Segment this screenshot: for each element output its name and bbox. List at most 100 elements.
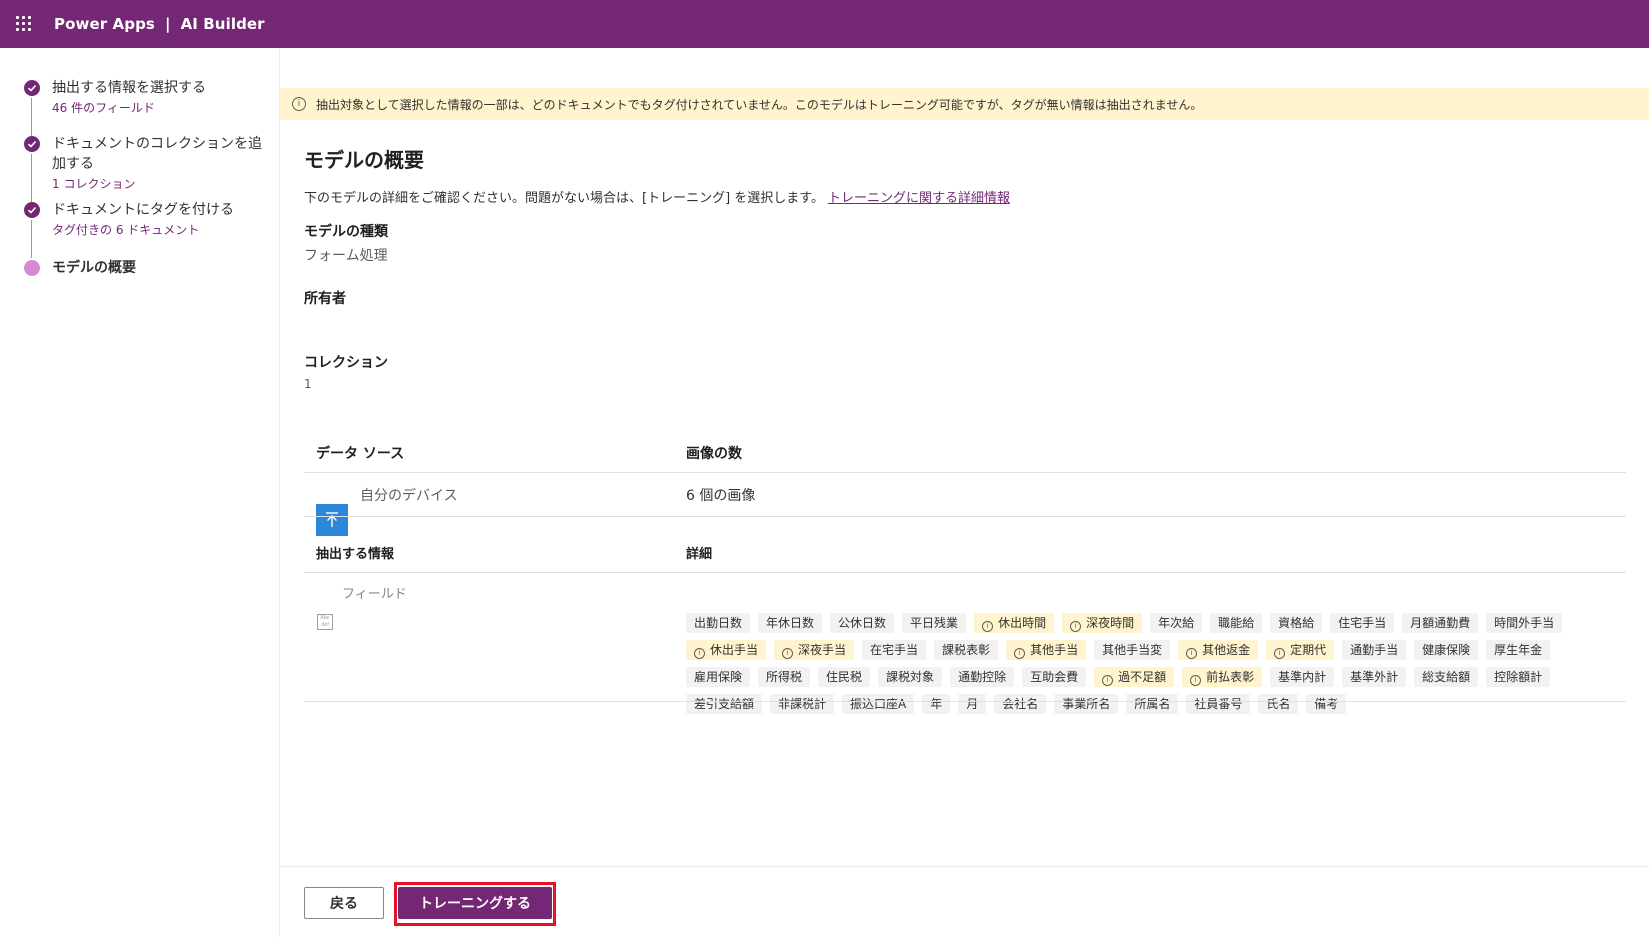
- step-label: ドキュメントのコレクションを追加する: [52, 136, 262, 172]
- collection-value: 1: [304, 377, 312, 391]
- field-tag-label: 公休日数: [838, 616, 887, 630]
- main-content: i 抽出対象として選択した情報の一部は、どのドキュメントでもタグ付けされていませ…: [280, 48, 1649, 937]
- step-label: ドキュメントにタグを付ける: [52, 202, 234, 218]
- field-tag: 健康保険: [1414, 640, 1479, 660]
- field-tag-label: 備考: [1314, 697, 1339, 711]
- field-tag-label: 深夜時間: [1086, 616, 1135, 630]
- field-tags-list: 出勤日数 年休日数 公休日数 平日残業 i 休出時間 i 深夜時間 年次給 職能給 資格給 住宅手当月…: [686, 613, 1626, 721]
- wizard-steps-sidebar: 抽出する情報を選択する 46 件のフィールド ドキュメントのコレクションを追加す…: [0, 48, 280, 937]
- field-tag-label: 過不足額: [1118, 670, 1167, 684]
- field-tag: 所得税: [758, 667, 811, 687]
- field-tag: 課税対象: [878, 667, 943, 687]
- field-tag: i 過不足額: [1094, 667, 1175, 687]
- info-icon: i: [694, 648, 705, 659]
- section-name[interactable]: AI Builder: [181, 15, 265, 33]
- field-tag-label: 深夜手当: [798, 643, 847, 657]
- field-tag-label: 通勤手当: [1350, 643, 1399, 657]
- field-tag: 所属名: [1126, 694, 1179, 714]
- field-tag: i 前払表彰: [1182, 667, 1263, 687]
- step-label: 抽出する情報を選択する: [52, 80, 206, 96]
- check-icon: [24, 202, 40, 218]
- field-tag-label: 所属名: [1134, 697, 1171, 711]
- info-icon: i: [1186, 648, 1198, 659]
- field-tag-label: 其他手当変: [1102, 643, 1163, 657]
- step-connector: [31, 220, 32, 258]
- field-tag-label: 事業所名: [1062, 697, 1111, 711]
- field-tag-label: 休出時間: [998, 616, 1047, 630]
- field-tag: 出勤日数: [686, 613, 751, 633]
- datasource-column-header: データ ソース: [316, 446, 405, 462]
- footer-divider: [280, 866, 1649, 867]
- info-icon: i: [982, 621, 994, 632]
- field-tag: 総支給額: [1414, 667, 1479, 687]
- field-tag: 通勤控除: [950, 667, 1015, 687]
- field-tag-label: 厚生年金: [1494, 643, 1543, 657]
- field-tag: 社員番号: [1186, 694, 1251, 714]
- upload-icon: [316, 504, 348, 536]
- step-label: モデルの概要: [52, 260, 136, 276]
- field-tag-label: 時間外手当: [1494, 616, 1555, 630]
- field-tag: 事業所名: [1054, 694, 1119, 714]
- field-tag: 控除額計: [1486, 667, 1551, 687]
- field-tag-label: 雇用保険: [694, 670, 743, 684]
- model-type-value: フォーム処理: [304, 248, 388, 264]
- banner-text: 抽出対象として選択した情報の一部は、どのドキュメントでもタグ付けされていません。…: [316, 97, 1203, 112]
- field-tag-label: 基準外計: [1350, 670, 1399, 684]
- table-divider: [304, 516, 1626, 517]
- field-tag-label: 課税表彰: [942, 643, 991, 657]
- info-icon: i: [1014, 648, 1026, 659]
- info-icon: i: [1190, 675, 1202, 686]
- owner-label: 所有者: [304, 291, 346, 307]
- field-tag-label: 住民税: [826, 670, 863, 684]
- train-button[interactable]: トレーニングする: [398, 887, 552, 919]
- field-tag-label: 振込口座A: [850, 697, 907, 711]
- info-icon: i: [292, 97, 306, 111]
- text-field-icon: Abc def: [317, 614, 333, 630]
- field-tag-label: 職能給: [1218, 616, 1255, 630]
- field-tag: 雇用保険: [686, 667, 751, 687]
- app-launcher-icon[interactable]: [16, 16, 32, 32]
- top-bar: Power Apps | AI Builder: [0, 0, 1649, 48]
- field-tag-label: 通勤控除: [958, 670, 1007, 684]
- field-tag: 年: [922, 694, 951, 714]
- field-tag-label: 年次給: [1158, 616, 1195, 630]
- field-tag-label: 月: [966, 697, 979, 711]
- field-tag-label: 氏名: [1266, 697, 1291, 711]
- field-tag: 其他手当変: [1094, 640, 1171, 660]
- field-tag: i 休出手当: [686, 640, 767, 660]
- field-tag-label: 資格給: [1278, 616, 1315, 630]
- field-tag: 住民税: [818, 667, 871, 687]
- field-tag: i 其他返金: [1178, 640, 1259, 660]
- field-tag-label: 前払表彰: [1206, 670, 1255, 684]
- table-divider: [304, 701, 1626, 702]
- field-tag: 振込口座A: [842, 694, 915, 714]
- field-tag: 氏名: [1258, 694, 1299, 714]
- training-info-link[interactable]: トレーニングに関する詳細情報: [828, 191, 1010, 206]
- field-tag-label: 住宅手当: [1338, 616, 1387, 630]
- field-tag-label: 定期代: [1290, 643, 1327, 657]
- page-description: 下のモデルの詳細をご確認ください。問題がない場合は、[トレーニング] を選択しま…: [304, 187, 1010, 206]
- info-icon: i: [782, 648, 794, 659]
- app-name[interactable]: Power Apps: [54, 15, 155, 33]
- field-tag: 職能給: [1210, 613, 1263, 633]
- field-tag: 時間外手当: [1486, 613, 1563, 633]
- field-tag-label: 其他返金: [1202, 643, 1251, 657]
- field-tag: 住宅手当: [1330, 613, 1395, 633]
- field-tag-label: 会社名: [1002, 697, 1039, 711]
- collection-label: コレクション: [304, 355, 388, 371]
- model-type-label: モデルの種類: [304, 224, 388, 240]
- field-tag-label: 平日残業: [910, 616, 959, 630]
- field-tag-label: 互助会費: [1030, 670, 1079, 684]
- back-button[interactable]: 戻る: [304, 887, 384, 919]
- details-column-header: 詳細: [686, 547, 713, 562]
- datasource-name: 自分のデバイス: [360, 488, 458, 504]
- field-tag-label: 其他手当: [1030, 643, 1079, 657]
- field-tag: i 定期代: [1266, 640, 1335, 660]
- field-tag-label: 健康保険: [1422, 643, 1471, 657]
- page-title: モデルの概要: [304, 148, 424, 172]
- field-tag: 課税表彰: [934, 640, 999, 660]
- field-tag-label: 控除額計: [1494, 670, 1543, 684]
- field-tag: 平日残業: [902, 613, 967, 633]
- field-type-label: フィールド: [342, 587, 407, 602]
- info-icon: i: [1274, 648, 1286, 659]
